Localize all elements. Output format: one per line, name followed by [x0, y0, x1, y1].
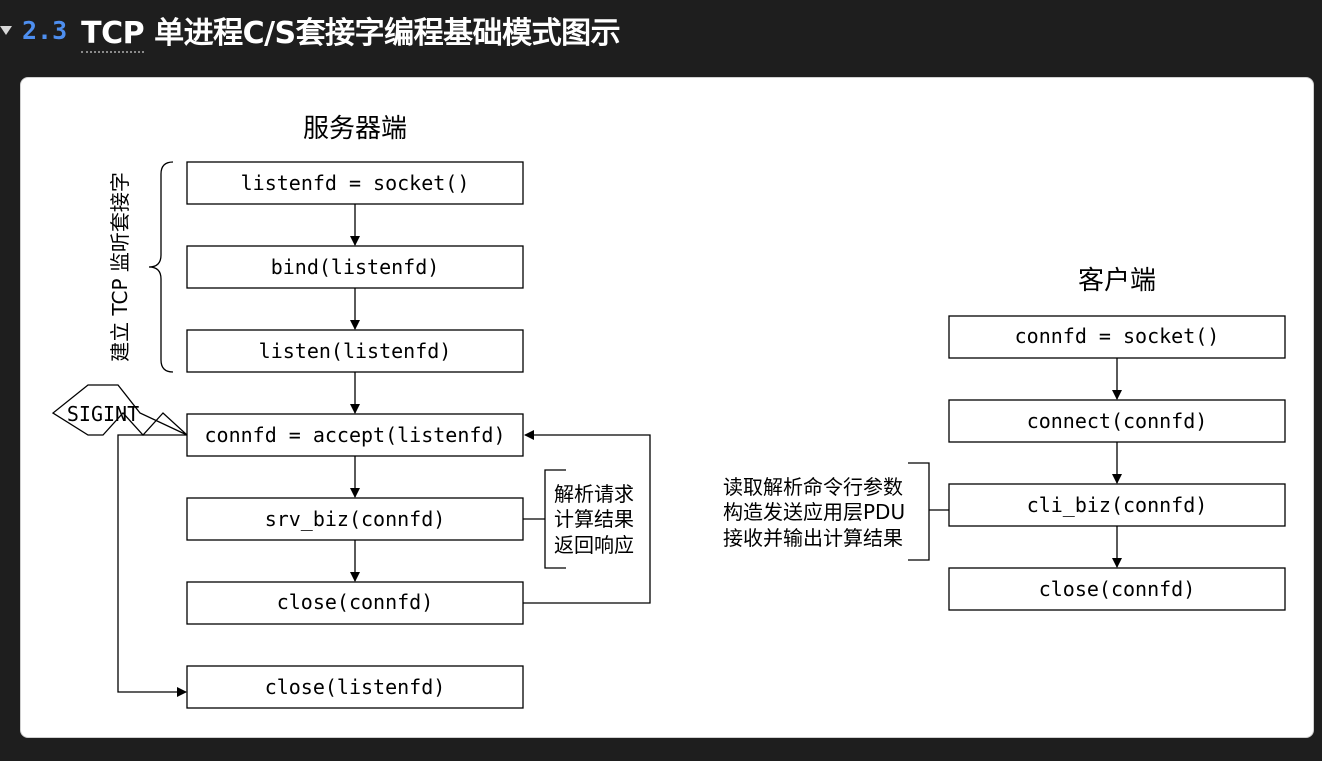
- server-box-srv-biz-label: srv_biz(connfd): [265, 507, 446, 531]
- srv-note-2: 计算结果: [554, 507, 634, 531]
- client-title: 客户端: [1078, 266, 1156, 296]
- client-box-close: close(connfd): [948, 567, 1286, 611]
- client-box-socket: connfd = socket(): [948, 315, 1286, 359]
- cli-note-3: 接收并输出计算结果: [723, 526, 903, 550]
- srv-note-1: 解析请求: [554, 482, 634, 506]
- client-box-socket-label: connfd = socket(): [1015, 324, 1220, 348]
- server-box-close-connfd: close(connfd): [186, 581, 524, 625]
- cli-note-1: 读取解析命令行参数: [723, 475, 903, 499]
- client-box-close-label: close(connfd): [1039, 577, 1196, 601]
- server-box-srv-biz: srv_biz(connfd): [186, 497, 524, 541]
- server-box-socket-label: listenfd = socket(): [241, 171, 470, 195]
- server-box-close-listenfd-label: close(listenfd): [265, 675, 446, 699]
- title-text: 单进程C/S套接字编程基础模式图示: [144, 16, 621, 51]
- section-heading: 2.3 TCP 单进程C/S套接字编程基础模式图示: [0, 6, 621, 54]
- server-box-listen: listen(listenfd): [186, 329, 524, 373]
- server-box-listen-label: listen(listenfd): [259, 339, 452, 363]
- server-box-accept: connfd = accept(listenfd): [186, 413, 524, 457]
- client-box-connect-label: connect(connfd): [1027, 409, 1208, 433]
- server-setup-label: 建立 TCP 监听套接字: [108, 172, 132, 362]
- section-title: TCP 单进程C/S套接字编程基础模式图示: [81, 8, 621, 53]
- server-box-close-connfd-label: close(connfd): [277, 590, 434, 614]
- client-box-connect: connect(connfd): [948, 399, 1286, 443]
- server-box-socket: listenfd = socket(): [186, 161, 524, 205]
- server-box-close-listenfd: close(listenfd): [186, 665, 524, 709]
- cli-notes-bracket: [908, 462, 930, 561]
- server-setup-brace: [148, 161, 174, 373]
- collapse-toggle-icon[interactable]: [0, 25, 12, 35]
- client-box-cli-biz: cli_biz(connfd): [948, 483, 1286, 527]
- diagram-panel: 服务器端 客户端 listenfd = socket() bind(listen…: [20, 77, 1314, 738]
- srv-note-3: 返回响应: [554, 533, 634, 557]
- server-box-accept-label: connfd = accept(listenfd): [204, 423, 505, 447]
- tcp-cs-diagram: 服务器端 客户端 listenfd = socket() bind(listen…: [51, 114, 1286, 709]
- cli-note-2: 构造发送应用层PDU: [723, 500, 905, 524]
- server-box-bind: bind(listenfd): [186, 245, 524, 289]
- sigint-label: SIGINT: [67, 402, 139, 426]
- client-box-cli-biz-label: cli_biz(connfd): [1027, 493, 1208, 517]
- server-title: 服务器端: [303, 114, 407, 144]
- title-tcp-abbr[interactable]: TCP: [81, 16, 145, 53]
- section-number: 2.3: [22, 15, 68, 45]
- arrow-accept-to-close-listenfd: [117, 434, 187, 697]
- server-box-bind-label: bind(listenfd): [271, 255, 440, 279]
